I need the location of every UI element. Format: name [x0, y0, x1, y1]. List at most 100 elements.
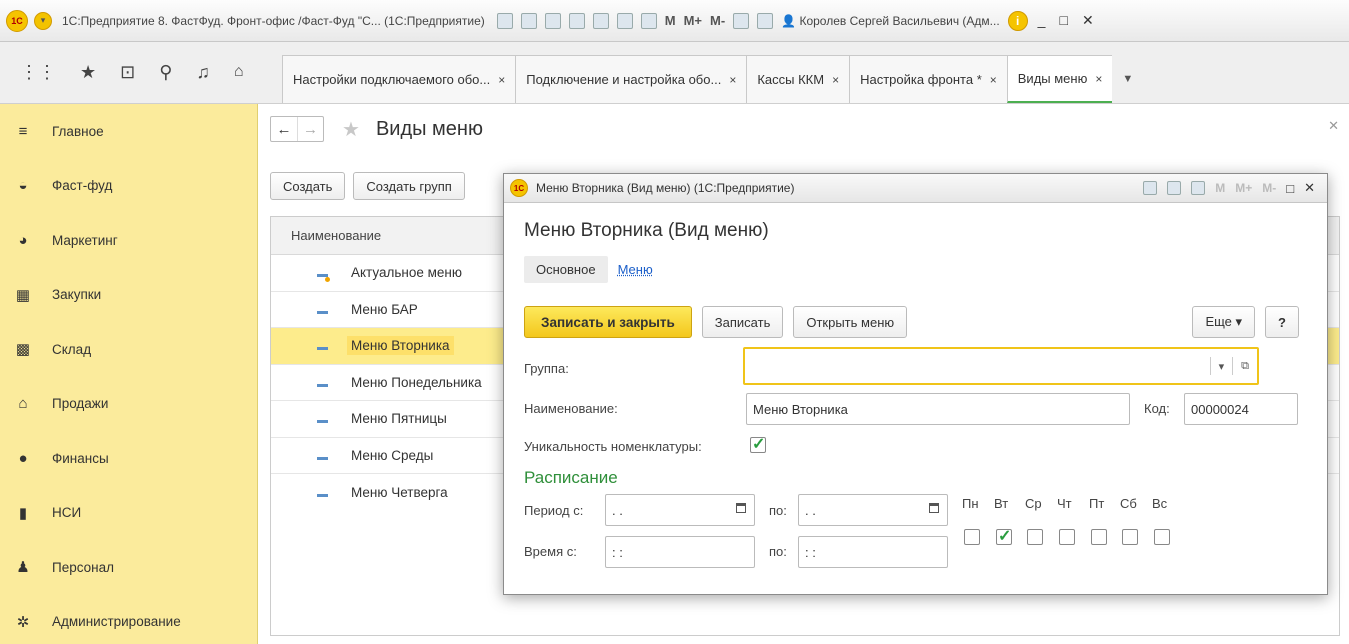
sidebar-item-personnel[interactable]: ♟ Персонал — [0, 540, 257, 595]
day-checkbox-thu[interactable] — [1059, 529, 1075, 545]
day-checkbox-tue[interactable] — [996, 526, 1012, 546]
user-name[interactable]: 👤 Королев Сергей Васильевич (Адм... — [781, 14, 999, 28]
tab-main[interactable]: Основное — [524, 256, 608, 283]
sidebar-item-nsi[interactable]: ▮ НСИ — [0, 486, 257, 541]
search-icon[interactable]: ⚲ — [159, 62, 172, 83]
maximize-dialog-button[interactable]: □ — [1286, 181, 1294, 196]
sidebar-item-finance[interactable]: ● Финансы — [0, 431, 257, 486]
attach-icon[interactable] — [568, 12, 585, 29]
sidebar-item-fastfood[interactable]: ◒ Фаст-фуд — [0, 159, 257, 214]
time-to-field[interactable]: : : — [798, 536, 948, 568]
list-header: ← → ★ Виды меню — [270, 116, 483, 142]
chevron-down-icon[interactable]: ▾ — [1219, 360, 1225, 373]
basket-icon: ⌂ — [18, 395, 28, 413]
open-menu-button[interactable]: Открыть меню — [793, 306, 908, 338]
save-button[interactable]: Записать — [701, 306, 784, 338]
close-tab-icon[interactable]: × — [990, 73, 997, 87]
print-icon[interactable] — [520, 12, 537, 29]
sidebar-item-warehouse[interactable]: ▩ Склад — [0, 322, 257, 377]
history-icon[interactable]: ⊡ — [120, 62, 135, 83]
sidebar-item-label: НСИ — [52, 505, 82, 521]
dialog-heading: Меню Вторника (Вид меню) — [524, 220, 769, 241]
sidebar-item-marketing[interactable]: ◕ Маркетинг — [0, 213, 257, 268]
sidebar-item-purchases[interactable]: ▦ Закупки — [0, 268, 257, 323]
close-tab-icon[interactable]: × — [832, 73, 839, 87]
zoom-icon[interactable] — [733, 12, 750, 29]
dialog-tabs: Основное Меню — [524, 256, 653, 283]
group-field-controls: ▾ ⧉ — [1209, 349, 1257, 383]
memory-m-button: M — [1215, 181, 1226, 195]
open-icon[interactable]: ⧉ — [1241, 360, 1249, 373]
close-window-button[interactable]: ✕ — [1082, 12, 1094, 29]
minimize-button[interactable]: _ — [1038, 12, 1046, 29]
tab-equipment-settings[interactable]: Настройки подключаемого обо... × — [282, 55, 516, 103]
memory-plus-button[interactable]: M+ — [684, 13, 702, 28]
tab-menu-types[interactable]: Виды меню × — [1006, 55, 1113, 103]
create-group-button[interactable]: Создать групп — [353, 172, 465, 200]
name-label: Наименование: — [524, 401, 618, 416]
list-command-bar: Создать Создать групп — [270, 172, 465, 200]
save-icon[interactable] — [496, 12, 513, 29]
burger-icon: ◒ — [18, 177, 28, 195]
favorites-star-icon[interactable]: ★ — [80, 62, 96, 83]
time-from-field[interactable]: : : — [605, 536, 755, 568]
close-tab-icon[interactable]: × — [729, 73, 736, 87]
name-field[interactable]: Меню Вторника — [746, 393, 1130, 425]
copy-icon[interactable] — [1143, 181, 1158, 195]
favorite-star-icon[interactable]: ★ — [342, 117, 360, 142]
purchases-icon: ▦ — [15, 286, 31, 304]
memory-minus-button[interactable]: M- — [710, 13, 725, 28]
close-dialog-button[interactable]: ✕ — [1304, 180, 1315, 196]
back-arrow-icon[interactable]: ← — [271, 117, 297, 141]
maximize-button[interactable]: □ — [1059, 12, 1067, 29]
forward-arrow-icon[interactable]: → — [297, 117, 323, 141]
memory-m-button[interactable]: M — [665, 13, 676, 28]
calculator-icon[interactable] — [1167, 181, 1182, 195]
calendar-icon[interactable] — [929, 503, 939, 513]
calendar-icon[interactable] — [736, 503, 746, 513]
tab-front-settings[interactable]: Настройка фронта * × — [849, 55, 1007, 103]
help-button[interactable]: ? — [1265, 306, 1299, 338]
day-checkbox-wed[interactable] — [1027, 529, 1043, 545]
main-menu-button[interactable]: ▾ — [34, 11, 52, 30]
row-label: Меню Среды — [351, 447, 434, 463]
day-label-sun: Вс — [1152, 496, 1168, 511]
period-to-field[interactable]: . . — [798, 494, 948, 526]
home-icon[interactable]: ⌂ — [234, 63, 244, 81]
preview-icon[interactable] — [544, 12, 561, 29]
close-tab-icon[interactable]: × — [498, 73, 505, 87]
save-and-close-button[interactable]: Записать и закрыть — [524, 306, 692, 338]
close-tab-icon[interactable]: × — [1095, 72, 1102, 86]
item-icon — [317, 411, 329, 426]
tab-equipment-connection[interactable]: Подключение и настройка обо... × — [515, 55, 747, 103]
tab-cash-registers[interactable]: Кассы ККМ × — [746, 55, 850, 103]
panel-icon[interactable] — [757, 12, 774, 29]
sidebar-item-administration[interactable]: ✲ Администрирование — [0, 595, 257, 644]
calculator-icon[interactable] — [616, 12, 633, 29]
more-button[interactable]: Еще ▾ — [1192, 306, 1256, 338]
close-form-icon[interactable]: ✕ — [1328, 118, 1339, 134]
create-button[interactable]: Создать — [270, 172, 346, 200]
copy-icon[interactable] — [592, 12, 609, 29]
tab-menu-link[interactable]: Меню — [618, 262, 653, 277]
dialog-toolbar: M M+ M- □ ✕ — [1143, 180, 1327, 196]
calendar-icon[interactable] — [1191, 181, 1206, 195]
calendar-icon[interactable] — [640, 12, 657, 29]
unique-checkbox[interactable] — [750, 434, 766, 454]
row-label: Меню Понедельника — [351, 374, 482, 390]
day-checkbox-sat[interactable] — [1122, 529, 1138, 545]
day-checkbox-fri[interactable] — [1091, 529, 1107, 545]
sidebar-item-main[interactable]: ≡ Главное — [0, 104, 257, 159]
apps-grid-icon[interactable]: ⋮⋮ — [20, 62, 56, 83]
time-from-label: Время с: — [524, 544, 577, 559]
period-from-field[interactable]: . . — [605, 494, 755, 526]
group-field[interactable]: ▾ ⧉ — [743, 347, 1259, 385]
info-icon[interactable]: i — [1007, 10, 1028, 31]
tabs-overflow-icon[interactable]: ▼ — [1122, 55, 1133, 103]
day-checkbox-sun[interactable] — [1154, 529, 1170, 545]
bell-icon[interactable]: ♫ — [196, 62, 210, 83]
day-checkbox-mon[interactable] — [964, 529, 980, 545]
code-field[interactable]: 00000024 — [1184, 393, 1298, 425]
sidebar-item-sales[interactable]: ⌂ Продажи — [0, 377, 257, 432]
group-label: Группа: — [524, 361, 569, 376]
